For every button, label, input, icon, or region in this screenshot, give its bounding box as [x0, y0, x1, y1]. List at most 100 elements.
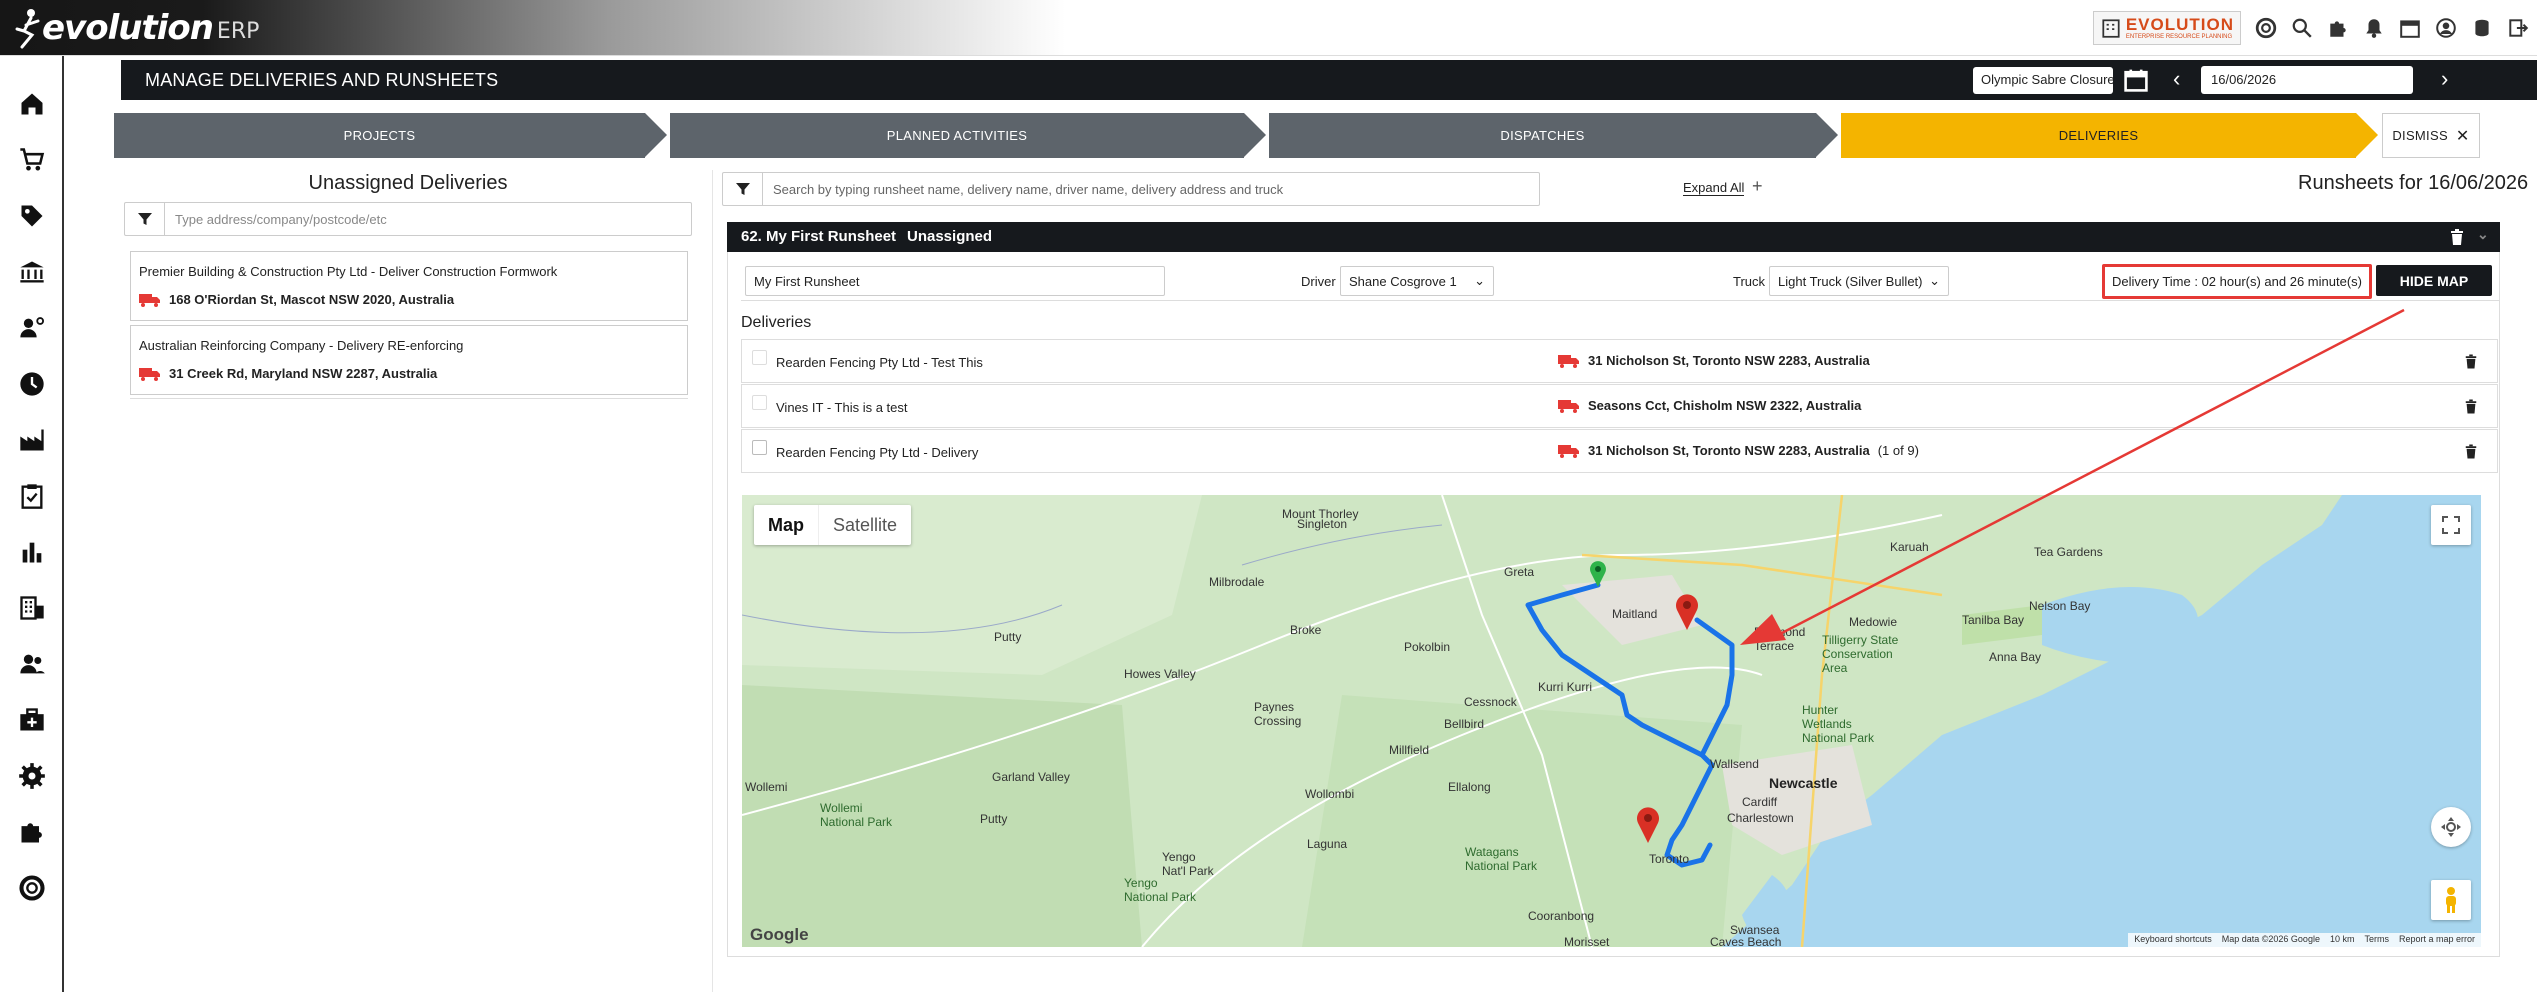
street-view-pegman[interactable] [2431, 880, 2471, 920]
close-icon: ✕ [2455, 127, 2470, 145]
step-projects[interactable]: PROJECTS [114, 113, 645, 158]
runsheet-search-input[interactable]: Search by typing runsheet name, delivery… [763, 182, 1283, 197]
trash-icon[interactable] [2464, 398, 2478, 415]
delivery-address-row: Seasons Cct, Chisholm NSW 2322, Australi… [1558, 398, 1861, 413]
chevron-up-icon[interactable]: ⌄ [2477, 226, 2489, 243]
trash-icon[interactable] [2464, 353, 2478, 370]
medkit-icon[interactable] [18, 706, 46, 734]
brand-box[interactable]: EVOLUTION ENTERPRISE RESOURCE PLANNING [2092, 11, 2241, 45]
unassigned-title: Unassigned Deliveries [308, 172, 508, 194]
logout-icon[interactable] [2507, 17, 2529, 39]
delivery-checkbox[interactable] [752, 395, 767, 410]
map-type-map-button[interactable]: Map [754, 505, 818, 545]
trash-icon[interactable] [2464, 443, 2478, 460]
delivery-row[interactable]: Rearden Fencing Pty Ltd - Test This 31 N… [741, 339, 2498, 383]
sidebar [0, 56, 64, 992]
filter-button[interactable] [125, 203, 165, 235]
delivery-checkbox[interactable] [752, 350, 767, 365]
location-select[interactable]: Olympic Sabre Closures [1973, 67, 2113, 94]
office-icon[interactable] [18, 594, 46, 622]
runsheet-header[interactable]: 62. My First Runsheet Unassigned ⌄ [727, 222, 2500, 252]
fullscreen-button[interactable] [2431, 505, 2471, 545]
tag-icon[interactable] [18, 202, 46, 230]
driver-select[interactable]: Shane Cosgrove 1 ⌄ [1340, 266, 1494, 296]
truck-icon [1558, 399, 1579, 413]
driver-label: Driver [1301, 274, 1336, 289]
delivery-name: Australian Reinforcing Company - Deliver… [139, 338, 464, 353]
step-chevron [645, 113, 667, 157]
cart-icon[interactable] [18, 146, 46, 174]
step-dispatches[interactable]: DISPATCHES [1269, 113, 1816, 158]
page-title: MANAGE DELIVERIES AND RUNSHEETS [145, 70, 499, 90]
header-toolbar: EVOLUTION ENTERPRISE RESOURCE PLANNING [2092, 8, 2529, 48]
deliveries-title: Deliveries [741, 314, 812, 331]
terms-link[interactable]: Terms [2364, 934, 2389, 946]
puzzle-icon[interactable] [2327, 17, 2349, 39]
bank-icon[interactable] [18, 258, 46, 286]
route-map[interactable]: Mount Thorley Singleton Milbrodale Greta… [742, 495, 2481, 947]
truck-select[interactable]: Light Truck (Silver Bullet) ⌄ [1769, 266, 1949, 296]
brand-title: EVOLUTION [2125, 15, 2234, 34]
delivery-time: Delivery Time : 02 hour(s) and 26 minute… [2102, 264, 2372, 299]
unassigned-filter: Type address/company/postcode/etc [124, 202, 692, 236]
unassigned-delivery-card[interactable]: Premier Building & Construction Pty Ltd … [130, 251, 688, 321]
step-label: PLANNED ACTIVITIES [886, 128, 1028, 143]
truck-icon [1558, 354, 1579, 368]
map-data-text: Map data ©2026 Google [2221, 934, 2320, 944]
step-label: DELIVERIES [2058, 128, 2139, 143]
lifebuoy-icon[interactable] [2255, 17, 2277, 39]
delivery-address-row: 168 O'Riordan St, Mascot NSW 2020, Austr… [139, 292, 454, 307]
map-type-satellite-button[interactable]: Satellite [818, 505, 911, 545]
delivery-checkbox[interactable] [752, 440, 767, 455]
filter-button[interactable] [723, 173, 763, 205]
clipboard-check-icon[interactable] [18, 482, 46, 510]
clock-icon[interactable] [18, 370, 46, 398]
factory-icon[interactable] [18, 426, 46, 454]
chevron-down-icon: ⌄ [1929, 273, 1940, 288]
home-icon[interactable] [18, 90, 46, 118]
search-icon[interactable] [2291, 17, 2313, 39]
calendar-icon[interactable] [2399, 17, 2421, 39]
filter-icon [735, 183, 750, 195]
users-settings-icon[interactable] [18, 314, 46, 342]
gear-icon[interactable] [18, 762, 46, 790]
map-camera-control[interactable] [2431, 807, 2471, 847]
prev-day-button[interactable]: ‹ [2173, 68, 2180, 90]
app-logo[interactable]: evolution ERP [14, 4, 259, 52]
truck-label: Truck [1733, 274, 1766, 289]
team-icon[interactable] [18, 650, 46, 678]
lifebuoy-icon[interactable] [18, 874, 46, 902]
delivery-count: (1 of 9) [1877, 443, 1919, 458]
hide-map-button[interactable]: HIDE MAP [2376, 265, 2492, 296]
step-chevron [1816, 113, 1838, 157]
unassigned-filter-input[interactable]: Type address/company/postcode/etc [165, 212, 387, 227]
google-logo: Google [750, 925, 809, 944]
report-error-link[interactable]: Report a map error [2399, 934, 2475, 946]
user-icon[interactable] [2435, 17, 2457, 39]
bell-icon[interactable] [2363, 17, 2385, 39]
delivery-name: Premier Building & Construction Pty Ltd … [139, 264, 558, 279]
step-planned-activities[interactable]: PLANNED ACTIVITIES [670, 113, 1244, 158]
next-day-button[interactable]: › [2441, 68, 2448, 90]
unassigned-delivery-card[interactable]: Australian Reinforcing Company - Deliver… [130, 325, 688, 395]
keyboard-shortcuts-link[interactable]: Keyboard shortcuts [2134, 934, 2212, 946]
delivery-name: Vines IT - This is a test [776, 400, 908, 415]
divider [130, 398, 688, 399]
expand-all-link[interactable]: Expand All [1683, 180, 1745, 196]
page-title-bar: MANAGE DELIVERIES AND RUNSHEETS Olympic … [121, 60, 2537, 100]
database-icon[interactable] [2471, 17, 2493, 39]
map-background [742, 495, 2481, 947]
runsheet-name-input[interactable]: My First Runsheet [745, 266, 1165, 296]
building-icon [2102, 19, 2120, 38]
step-deliveries[interactable]: DELIVERIES [1841, 113, 2356, 158]
delivery-row[interactable]: Vines IT - This is a test Seasons Cct, C… [741, 384, 2498, 428]
plus-icon[interactable]: + [1752, 176, 1763, 197]
step-dismiss[interactable]: DISMISS ✕ [2382, 113, 2480, 158]
delivery-row[interactable]: Rearden Fencing Pty Ltd - Delivery 31 Ni… [741, 429, 2498, 473]
trash-icon[interactable] [2449, 228, 2465, 246]
calendar-icon[interactable] [2123, 67, 2149, 93]
bar-chart-icon[interactable] [18, 538, 46, 566]
puzzle-icon[interactable] [18, 818, 46, 846]
panel-divider [712, 170, 713, 992]
date-input[interactable]: 16/06/2026 [2201, 66, 2413, 94]
